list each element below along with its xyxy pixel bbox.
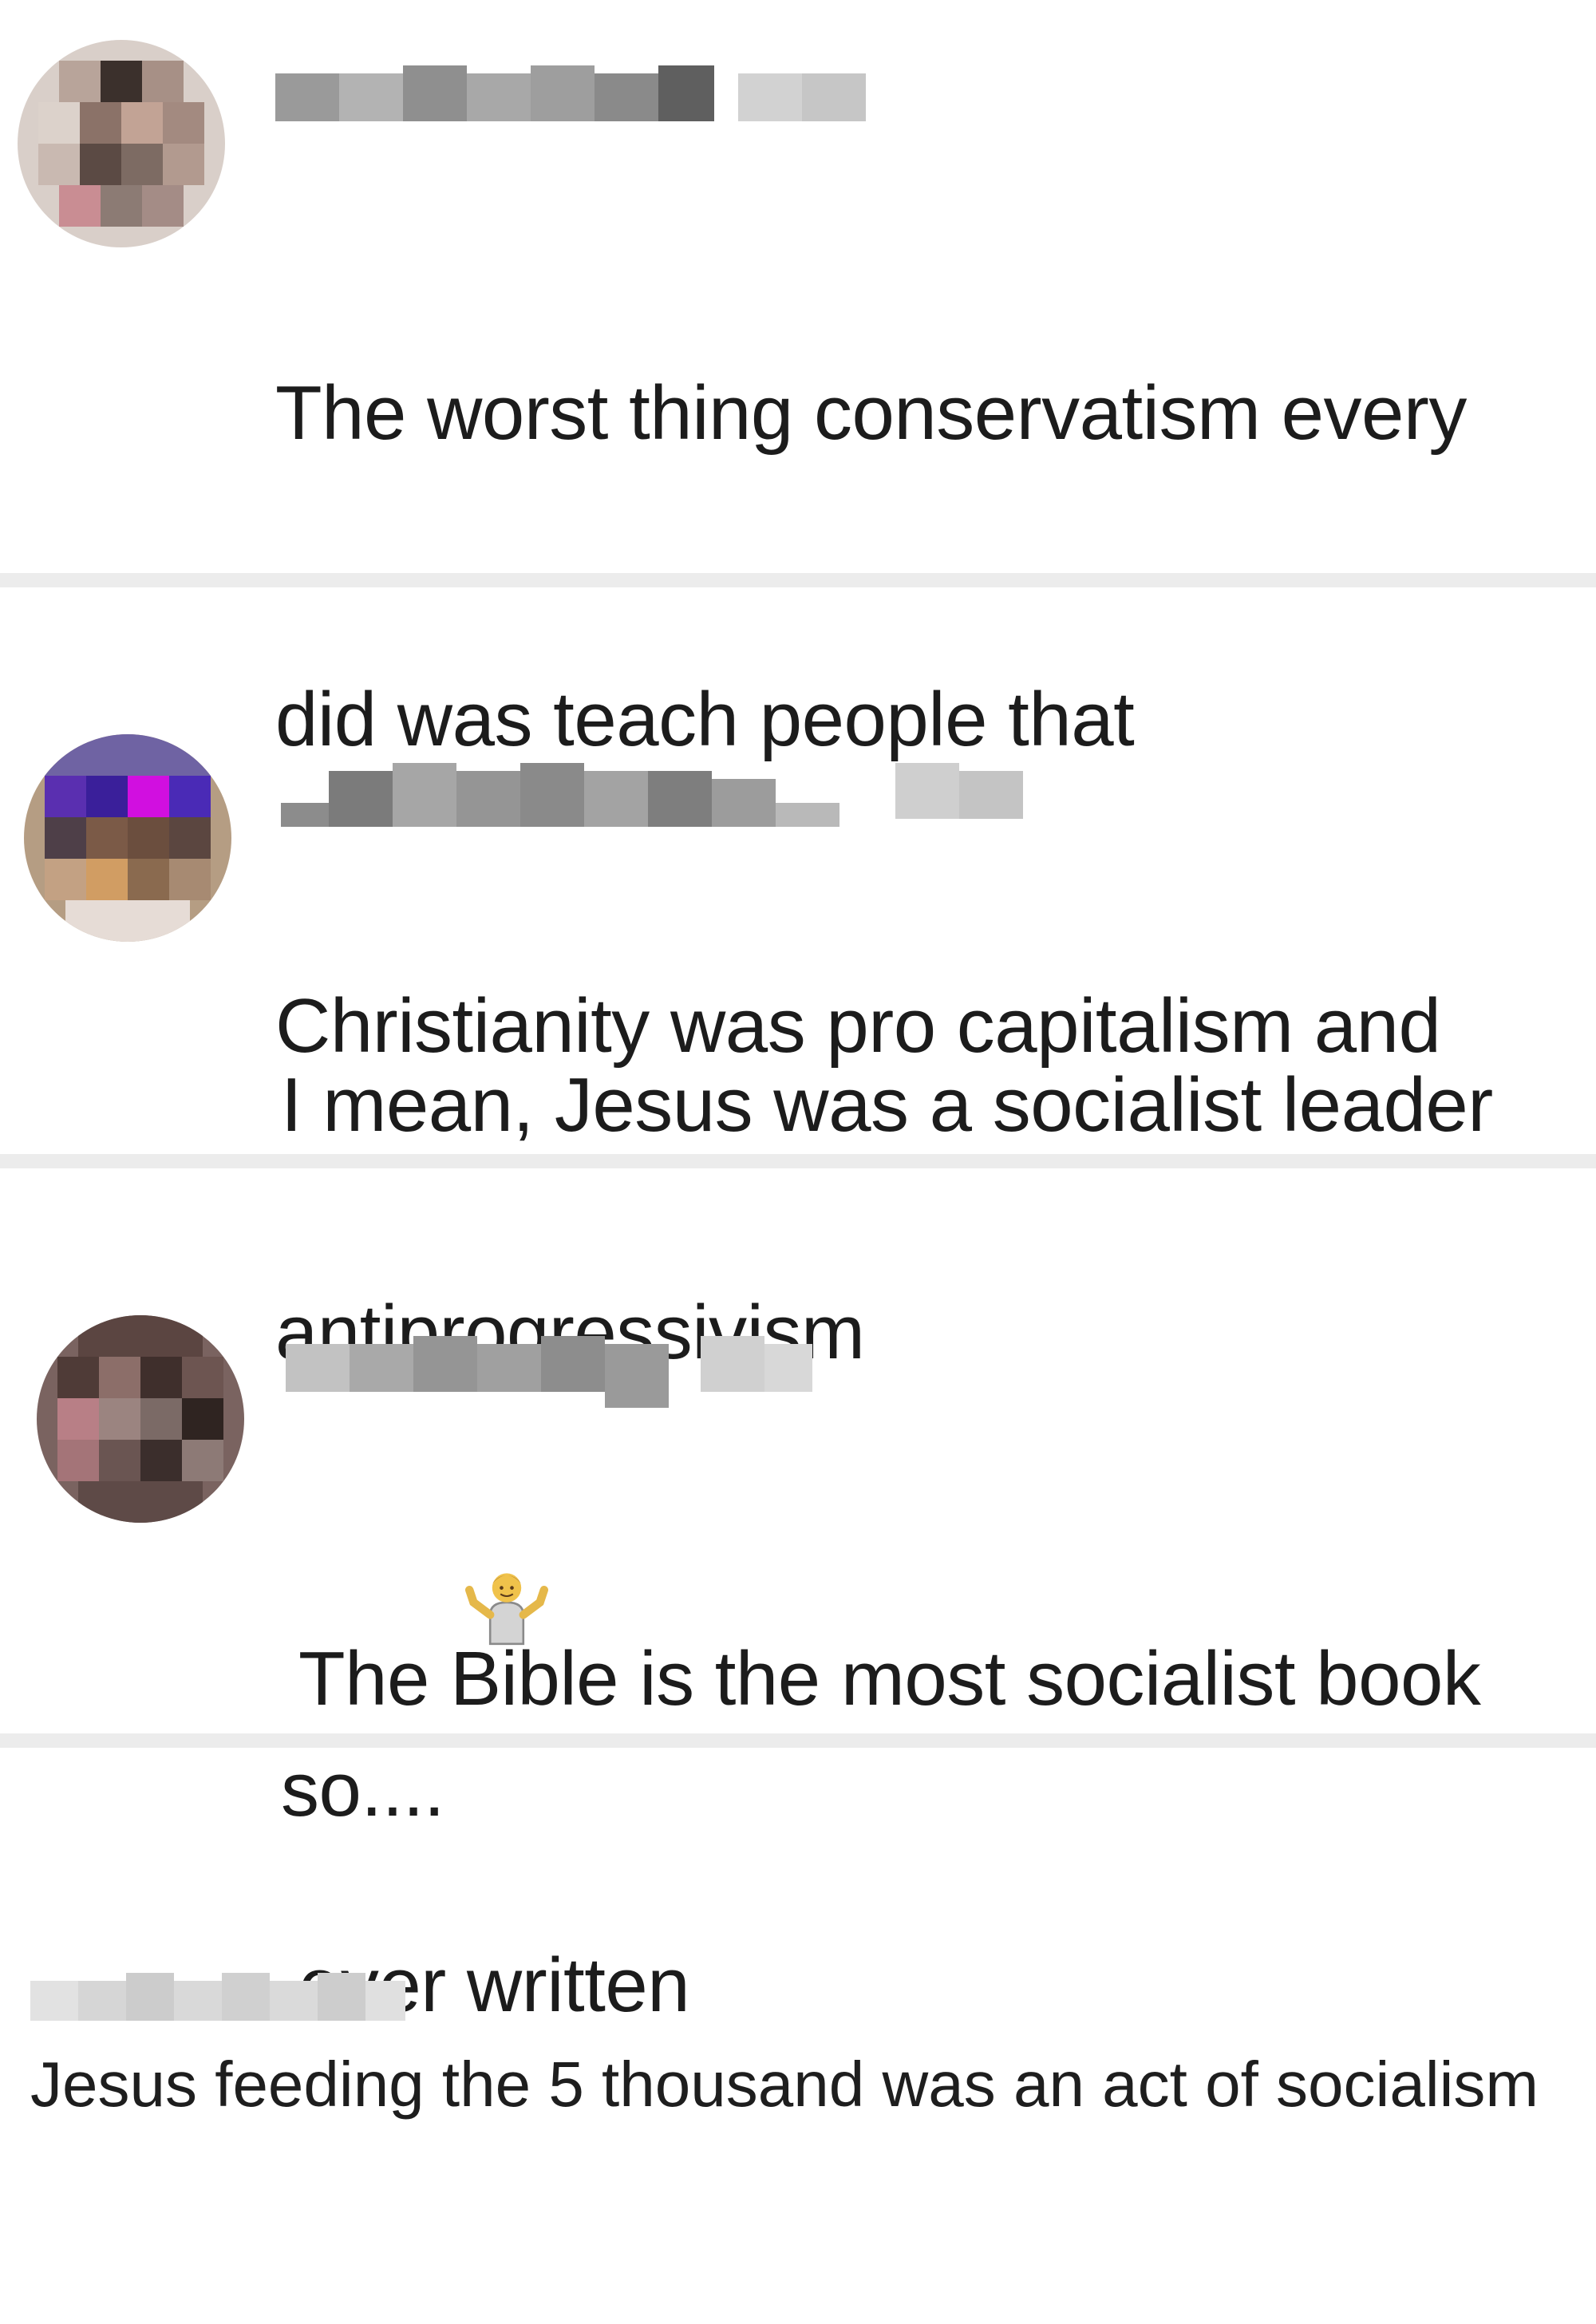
comment-2: I mean, Jesus was a socialist leader so.…	[0, 591, 1596, 1832]
comment-line: The worst thing conservatism every	[275, 370, 1467, 456]
comment-1: The worst thing conservatism every did w…	[0, 0, 1596, 1375]
username-redacted[interactable]	[30, 1965, 405, 2029]
divider	[0, 573, 1596, 587]
comment-3: The Bible is the most socialist book eve…	[0, 1168, 1596, 2028]
avatar[interactable]	[37, 1315, 244, 1523]
divider	[0, 1154, 1596, 1168]
avatar[interactable]	[18, 40, 225, 247]
username-redacted[interactable]	[275, 57, 890, 137]
username-redacted[interactable]	[286, 1328, 820, 1408]
username-redacted[interactable]	[281, 755, 1055, 835]
comment-line: I mean, Jesus was a socialist leader	[281, 1062, 1493, 1148]
comment-text: Jesus feeding the 5 thousand was an act …	[30, 2049, 1539, 2120]
avatar[interactable]	[24, 734, 231, 942]
comment-4: Jesus feeding the 5 thousand was an act …	[0, 1748, 1596, 2324]
comment-line: The Bible is the most socialist book	[298, 1636, 1481, 1721]
divider	[0, 1733, 1596, 1748]
